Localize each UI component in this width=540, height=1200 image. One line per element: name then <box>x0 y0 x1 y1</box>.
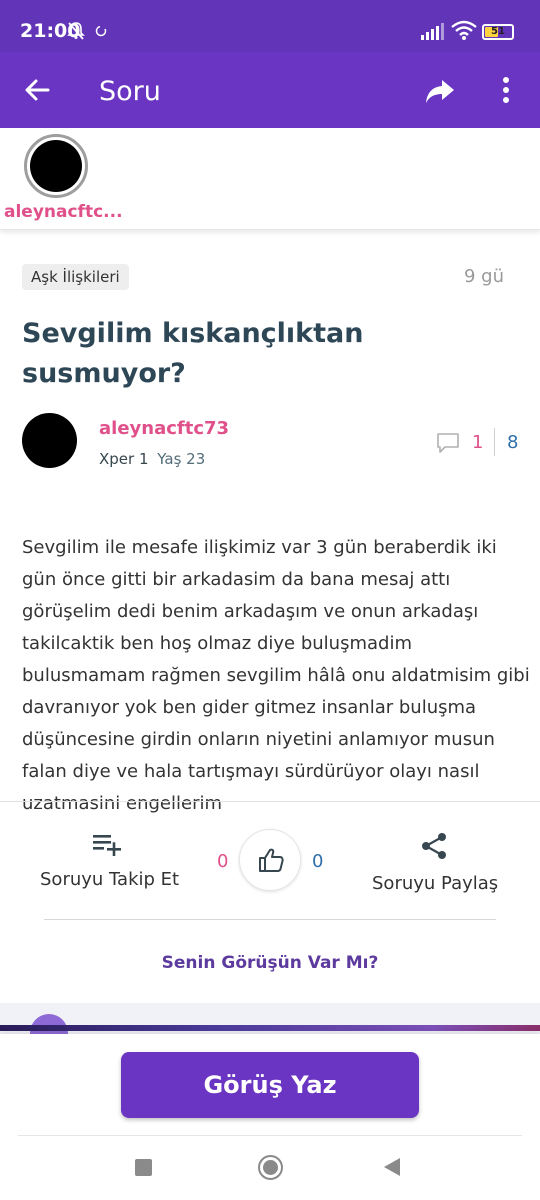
author-strip-username[interactable]: aleynacftc... <box>4 202 123 222</box>
asker-level: Xper 1 <box>99 450 149 468</box>
question-body: Sevgilim ile mesafe ilişkimiz var 3 gün … <box>22 537 530 814</box>
divider <box>18 1135 522 1136</box>
avatar <box>30 140 82 192</box>
like-count-right: 0 <box>312 851 324 872</box>
question-title: Sevgilim kıskançlıktan susmuyor? <box>22 318 364 389</box>
category-tag[interactable]: Aşk İlişkileri <box>22 264 129 290</box>
answers-section-peek <box>0 1003 540 1037</box>
signal-icon <box>421 23 444 40</box>
like-count-left: 0 <box>217 851 229 872</box>
recents-icon[interactable] <box>135 1159 152 1176</box>
app-bar: Soru <box>0 52 540 128</box>
share-question-button[interactable]: Soruyu Paylaş <box>372 832 499 894</box>
status-bar: 21:00 51 <box>0 0 540 52</box>
arrow-back-icon[interactable] <box>22 74 54 106</box>
stat-divider <box>494 428 495 456</box>
asker-avatar[interactable] <box>22 413 77 468</box>
home-icon[interactable] <box>258 1155 283 1180</box>
battery-level: 51 <box>491 26 505 37</box>
like-button[interactable] <box>239 829 301 891</box>
asker-name[interactable]: aleynacftc73 <box>99 418 229 439</box>
opinion-prompt-link[interactable]: Senin Görüşün Var Mı? <box>0 953 540 973</box>
divider <box>44 919 496 920</box>
author-story-avatar[interactable] <box>24 134 88 198</box>
share-question-label: Soruyu Paylaş <box>372 873 499 894</box>
view-count: 8 <box>507 432 519 453</box>
sync-icon <box>95 25 107 37</box>
asker-meta: Xper 1 Yaş 23 <box>99 450 205 468</box>
more-vert-icon[interactable] <box>496 74 516 106</box>
wifi-icon <box>451 20 477 40</box>
share-arrow-icon[interactable] <box>425 76 455 106</box>
follow-question-label: Soruyu Takip Et <box>40 869 180 890</box>
gradient-banner <box>0 1025 540 1031</box>
asker-age: Yaş 23 <box>157 450 206 468</box>
divider <box>0 801 540 802</box>
notifications-off-icon <box>67 22 85 40</box>
playlist-add-icon <box>93 835 121 857</box>
author-strip: aleynacftc... <box>0 128 540 230</box>
share-icon <box>422 833 446 859</box>
comment-count: 1 <box>472 432 484 453</box>
back-icon[interactable] <box>384 1158 400 1176</box>
page-title: Soru <box>99 76 161 107</box>
write-opinion-button[interactable]: Görüş Yaz <box>121 1052 419 1118</box>
battery-icon: 51 <box>482 24 514 40</box>
thumbs-up-icon <box>259 848 284 872</box>
follow-question-button[interactable]: Soruyu Takip Et <box>40 832 180 890</box>
time-ago: 9 gü <box>464 266 505 287</box>
comment-icon <box>437 433 459 453</box>
